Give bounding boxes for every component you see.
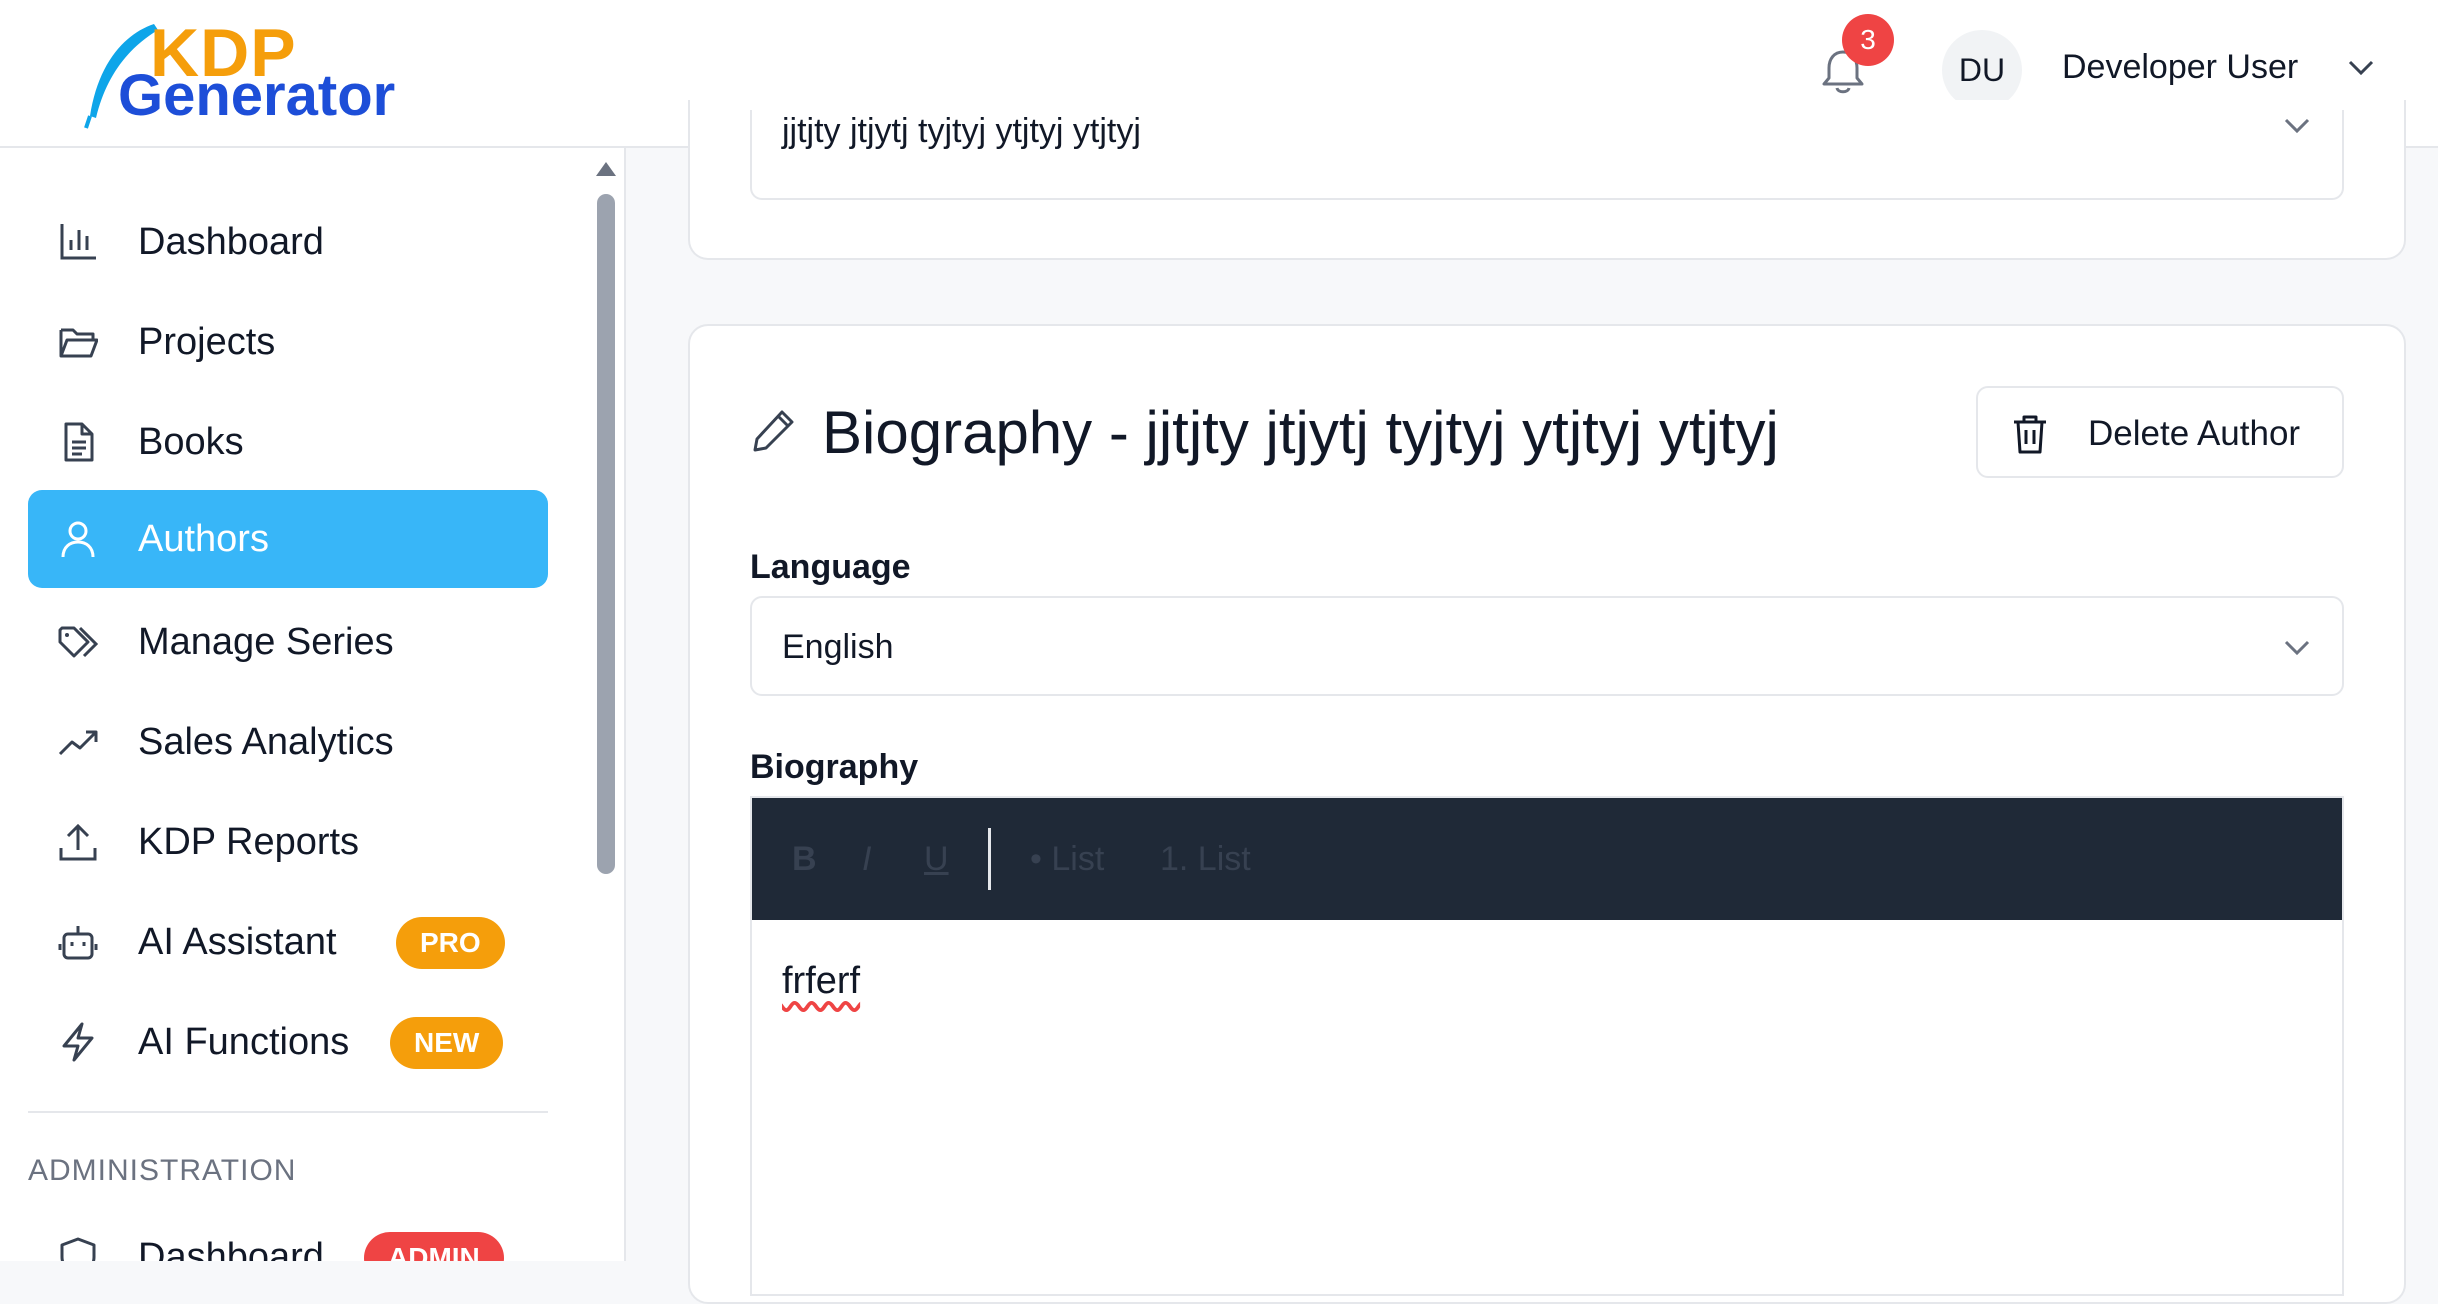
pencil-icon (753, 410, 794, 452)
bullet-list-button[interactable]: • List (1030, 840, 1104, 879)
logo-text-generator: Generator (118, 63, 396, 128)
biography-text[interactable]: frferf (782, 960, 860, 1003)
app-logo[interactable]: KDP Generator (84, 14, 404, 129)
folder-open-icon (59, 328, 98, 358)
sidebar-item-label: Books (138, 421, 244, 463)
numbered-list-button[interactable]: 1. List (1160, 840, 1251, 879)
language-select-value: English (782, 628, 894, 666)
bar-chart-icon (60, 224, 96, 260)
sidebar-scrollbar-thumb[interactable] (597, 194, 615, 874)
trash-icon (2014, 415, 2046, 454)
user-icon (61, 521, 95, 558)
sidebar-item-authors[interactable]: Authors (28, 490, 548, 588)
chevron-down-icon[interactable] (2346, 56, 2376, 80)
sidebar-item-label: AI Assistant (138, 921, 337, 963)
lightning-icon (62, 1022, 94, 1062)
sidebar-item-label: Sales Analytics (138, 721, 394, 763)
sidebar-item-projects[interactable]: Projects (28, 293, 548, 391)
sidebar-item-label: Authors (138, 518, 269, 560)
sidebar-item-kdp-reports[interactable]: KDP Reports (28, 793, 548, 891)
sidebar-item-sales-analytics[interactable]: Sales Analytics (28, 693, 548, 791)
sidebar-item-ai-functions[interactable]: AI Functions NEW (28, 993, 548, 1091)
biography-editor[interactable]: B I U • List 1. List frferf (750, 796, 2344, 1296)
biography-label: Biography (750, 748, 919, 786)
sidebar-item-dashboard[interactable]: Dashboard (28, 193, 548, 291)
chevron-down-icon (2284, 640, 2310, 656)
sidebar-item-label: Projects (138, 321, 276, 363)
upload-icon (59, 823, 97, 861)
editor-toolbar: B I U • List 1. List (752, 798, 2342, 920)
trending-up-icon (58, 730, 98, 756)
scroll-up-arrow-icon[interactable] (596, 160, 616, 176)
file-text-icon (64, 422, 94, 462)
bold-button[interactable]: B (792, 840, 817, 879)
sidebar-item-books[interactable]: Books (28, 393, 548, 491)
robot-icon (58, 926, 98, 960)
sidebar-item-manage-series[interactable]: Manage Series (28, 593, 548, 691)
new-badge: NEW (390, 1017, 504, 1069)
section-label-administration: ADMINISTRATION (28, 1154, 297, 1187)
sidebar: Dashboard Projects Books Authors Manage … (0, 148, 626, 1261)
sidebar-item-label: Dashboard (138, 1236, 324, 1261)
tags-icon (58, 626, 98, 658)
sidebar-item-label: Manage Series (138, 621, 394, 663)
delete-author-label: Delete Author (2088, 414, 2301, 453)
underline-button[interactable]: U (924, 840, 949, 879)
sidebar-item-label: Dashboard (138, 221, 324, 263)
language-label: Language (750, 548, 911, 586)
delete-author-button[interactable]: Delete Author (1976, 386, 2344, 478)
biography-title: Biography - jjtjty jtjytj tyjtyj ytjtyj … (822, 399, 1779, 466)
sidebar-item-ai-assistant[interactable]: AI Assistant PRO (28, 893, 548, 991)
avatar[interactable]: DU (1942, 30, 2022, 110)
sidebar-item-label: KDP Reports (138, 821, 360, 863)
author-select-value: jjtjty jtjytj tyjtyj ytjtyj ytjtyj (782, 112, 1141, 150)
author-select[interactable]: jjtjty jtjytj tyjtyj ytjtyj ytjtyj (750, 110, 2344, 200)
toolbar-separator (988, 828, 991, 890)
sidebar-divider (28, 1111, 548, 1113)
sidebar-item-label: AI Functions (138, 1021, 350, 1063)
pro-badge: PRO (396, 917, 505, 969)
notification-count-badge: 3 (1842, 14, 1894, 66)
language-select[interactable]: English (750, 596, 2344, 696)
italic-button[interactable]: I (862, 840, 871, 879)
sidebar-item-admin-dashboard[interactable]: Dashboard ADMIN (28, 1208, 548, 1261)
chevron-down-icon (2284, 118, 2310, 134)
user-name[interactable]: Developer User (2062, 48, 2298, 87)
admin-badge: ADMIN (364, 1232, 504, 1261)
shield-icon (60, 1237, 96, 1261)
